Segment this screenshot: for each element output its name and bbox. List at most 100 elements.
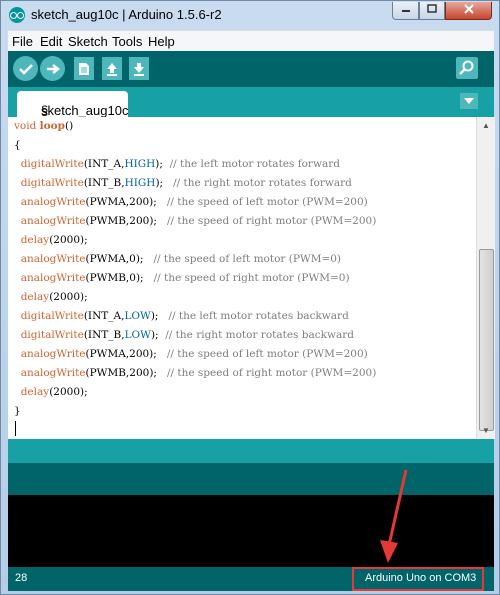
- code-token: (2000);: [49, 386, 88, 398]
- magnifier-icon: [459, 60, 474, 75]
- highlight-box: [352, 567, 484, 591]
- code-line: analogWrite(PWMB,200); // the speed of r…: [14, 215, 377, 227]
- arrow-down-icon: [134, 62, 144, 76]
- text-cursor: [15, 421, 16, 436]
- menu-tools[interactable]: Tools: [112, 34, 142, 49]
- code-token: (INT_A,: [83, 310, 125, 322]
- code-token: analogWrite: [20, 215, 86, 227]
- code-token: // the speed of left motor (PWM=200): [166, 196, 368, 208]
- code-token: );: [150, 329, 166, 341]
- code-line: digitalWrite(INT_B,HIGH); // the right m…: [14, 177, 352, 189]
- code-token: (INT_A,: [83, 158, 125, 170]
- code-line: analogWrite(PWMA,200); // the speed of l…: [14, 348, 368, 360]
- code-token: (PWMA,0);: [85, 253, 154, 265]
- code-token: (2000);: [49, 291, 88, 303]
- save-button[interactable]: [129, 57, 149, 80]
- code-token: delay: [20, 386, 50, 398]
- code-token: (PWMB,200);: [85, 367, 167, 379]
- code-token: );: [155, 158, 170, 170]
- code-token: // the left motor rotates backward: [168, 310, 349, 322]
- code-token: // the speed of left motor (PWM=0): [153, 253, 342, 265]
- code-token: (INT_B,: [83, 177, 125, 189]
- upload-button[interactable]: [40, 56, 65, 81]
- maximize-button[interactable]: [419, 2, 445, 20]
- code-line: delay(2000);: [14, 386, 88, 398]
- code-line: digitalWrite(INT_A,LOW); // the left mot…: [14, 310, 349, 322]
- scroll-thumb[interactable]: [479, 249, 494, 431]
- title-bar[interactable]: sketch_aug10c | Arduino 1.5.6-r2: [1, 1, 499, 29]
- scroll-down-arrow-icon[interactable]: ▼: [477, 422, 495, 439]
- code-token: (2000);: [49, 234, 88, 246]
- code-token: LOW: [124, 329, 151, 341]
- console-divider[interactable]: [8, 439, 494, 463]
- tab-menu-button[interactable]: [460, 93, 478, 109]
- open-button[interactable]: [102, 57, 122, 80]
- console-output: [8, 495, 494, 567]
- menu-help[interactable]: Help: [148, 34, 175, 49]
- code-token: LOW: [124, 310, 151, 322]
- code-token: digitalWrite: [20, 177, 84, 189]
- code-token: // the speed of right motor (PWM=200): [166, 367, 377, 379]
- code-token: delay: [20, 234, 50, 246]
- code-token: analogWrite: [20, 253, 86, 265]
- toolbar: [8, 51, 494, 87]
- maximize-icon: [427, 4, 437, 13]
- tab-bar: sketch_aug10c §: [8, 87, 494, 118]
- code-token: HIGH: [124, 177, 156, 189]
- code-token: (PWMA,200);: [85, 348, 167, 360]
- code-token: // the right motor rotates backward: [165, 329, 354, 341]
- code-token: analogWrite: [20, 367, 86, 379]
- menu-bar: File Edit Sketch Tools Help: [8, 30, 494, 52]
- code-line: analogWrite(PWMA,200); // the speed of l…: [14, 196, 368, 208]
- line-number: 28: [15, 572, 28, 584]
- code-token: );: [150, 310, 169, 322]
- code-line: delay(2000);: [14, 291, 88, 303]
- code-token: HIGH: [124, 158, 156, 170]
- minimize-button[interactable]: [392, 2, 419, 20]
- code-token: analogWrite: [20, 348, 86, 360]
- new-button[interactable]: [74, 57, 94, 80]
- code-token: }: [14, 405, 21, 417]
- code-token: (PWMB,200);: [85, 215, 167, 227]
- menu-file[interactable]: File: [12, 34, 33, 49]
- menu-edit[interactable]: Edit: [40, 34, 62, 49]
- code-token: loop: [39, 120, 66, 132]
- code-token: // the speed of right motor (PWM=200): [166, 215, 377, 227]
- close-button[interactable]: [445, 2, 492, 20]
- code-token: (PWMB,0);: [85, 272, 154, 284]
- arduino-ide-window: sketch_aug10c | Arduino 1.5.6-r2 File Ed…: [0, 0, 500, 595]
- code-token: {: [14, 139, 21, 151]
- code-line: delay(2000);: [14, 234, 88, 246]
- window-title: sketch_aug10c | Arduino 1.5.6-r2: [31, 7, 222, 22]
- serial-monitor-button[interactable]: [456, 57, 478, 79]
- code-token: digitalWrite: [20, 158, 84, 170]
- code-editor[interactable]: } delay(2000); analogWrite(PWMB,200); //…: [8, 117, 476, 439]
- code-token: delay: [20, 291, 50, 303]
- code-line: analogWrite(PWMB,200); // the speed of r…: [14, 367, 377, 379]
- arrow-up-icon: [107, 62, 117, 76]
- code-token: // the right motor rotates forward: [173, 177, 352, 189]
- verify-button[interactable]: [13, 56, 38, 81]
- message-area: [8, 463, 494, 495]
- editor-scrollbar[interactable]: ▲ ▼: [476, 117, 495, 439]
- code-token: // the speed of right motor (PWM=0): [153, 272, 350, 284]
- code-token: );: [155, 177, 174, 189]
- close-icon: [463, 4, 474, 14]
- scroll-up-arrow-icon[interactable]: ▲: [477, 117, 495, 134]
- new-document-icon: [79, 62, 89, 75]
- tab-sketch[interactable]: sketch_aug10c §: [17, 91, 128, 118]
- code-line: void loop(): [14, 120, 73, 132]
- minimize-icon: [401, 10, 410, 12]
- menu-sketch[interactable]: Sketch: [68, 34, 108, 49]
